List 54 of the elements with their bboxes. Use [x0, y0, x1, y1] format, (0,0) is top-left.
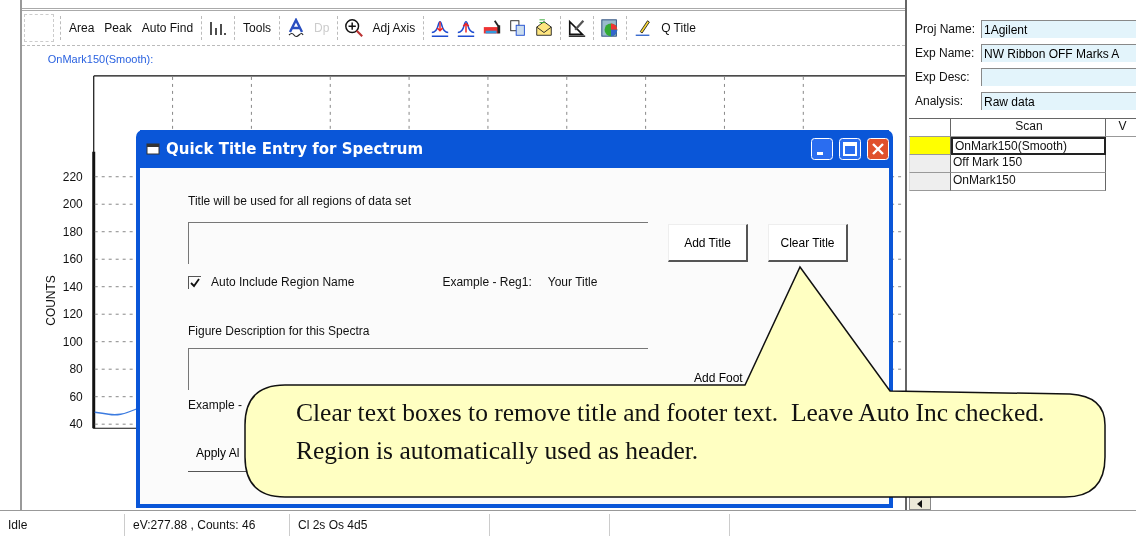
text-field[interactable]: [981, 68, 1136, 86]
text-field[interactable]: NW Ribbon OFF Marks A: [981, 44, 1136, 62]
axis-title: COUNTS: [43, 275, 58, 326]
scan-name[interactable]: OnMark150: [951, 173, 1106, 191]
toolbar-button[interactable]: Adj Axis: [370, 20, 418, 35]
column-header[interactable]: V: [1106, 119, 1136, 137]
field-label: Exp Desc:: [915, 70, 971, 84]
axis-tick-label: 220: [62, 169, 83, 184]
maximize-icon[interactable]: [839, 138, 861, 160]
axis-tick-label: 140: [62, 279, 83, 294]
axis-tick-label: 180: [62, 224, 83, 239]
axis-tick-label: 120: [62, 307, 83, 322]
toolbar-button[interactable]: Peak: [102, 20, 134, 35]
toolbar-button[interactable]: Tools: [241, 20, 274, 35]
minimize-icon[interactable]: [811, 138, 833, 160]
clear-title-button[interactable]: Clear Title: [768, 224, 848, 262]
scan-name[interactable]: OnMark150(Smooth): [951, 137, 1106, 155]
text-field[interactable]: Raw data: [981, 92, 1136, 110]
empty-tool-slot: [24, 13, 54, 42]
text-field[interactable]: 1Agilent: [981, 20, 1136, 38]
title-input[interactable]: [188, 222, 648, 264]
axis-tick-label: 100: [62, 334, 83, 349]
zoom-in-icon[interactable]: [344, 17, 365, 38]
dialog-title: Quick Title Entry for Spectrum: [166, 140, 424, 158]
dialog-label: Title will be used for all regions of data set: [188, 194, 412, 208]
envelope-icon[interactable]: [534, 17, 555, 38]
scan-name[interactable]: Off Mark 150: [951, 155, 1106, 173]
add-title-button[interactable]: Add Title: [668, 224, 748, 262]
field-label: Exp Name:: [915, 46, 976, 60]
status-text: eV:277.88 , Counts: 46: [125, 514, 290, 536]
window-icon: [146, 143, 160, 155]
dialog-label: Figure Description for this Spectra: [188, 324, 371, 338]
example-value: Your Title: [547, 275, 598, 289]
status-text: Cl 2s Os 4d5: [290, 514, 490, 536]
checkbox[interactable]: [188, 275, 201, 289]
field-label: Proj Name:: [915, 22, 977, 36]
callout-text: Clear text boxes to remove title and footer text. Leave Auto Inc checked. Region is automatically used as header.: [296, 397, 1046, 467]
axis-tick-label: 80: [69, 362, 83, 377]
status-text: Idle: [0, 514, 125, 536]
close-icon[interactable]: [867, 138, 889, 160]
axis-tick-label: 60: [69, 389, 83, 404]
column-header[interactable]: Scan: [951, 119, 1106, 137]
axis-tick-label: 40: [69, 417, 83, 432]
axis-tick-label: 200: [62, 197, 83, 212]
toolbar-button[interactable]: Area: [67, 20, 97, 35]
field-label: Analysis:: [915, 94, 965, 108]
toolbar-button[interactable]: Q Title: [659, 20, 698, 35]
chart-title: OnMark150(Smooth):: [47, 52, 154, 65]
axis-tick-label: 160: [62, 252, 83, 267]
add-footer-button[interactable]: Add Foot: [694, 371, 743, 385]
toolbar-button[interactable]: Auto Find: [139, 20, 196, 35]
checkbox-label[interactable]: Auto Include Region Name: [211, 275, 355, 289]
set-square-pencil-icon[interactable]: [567, 17, 588, 38]
example-label: Example - Reg1:: [442, 275, 532, 289]
